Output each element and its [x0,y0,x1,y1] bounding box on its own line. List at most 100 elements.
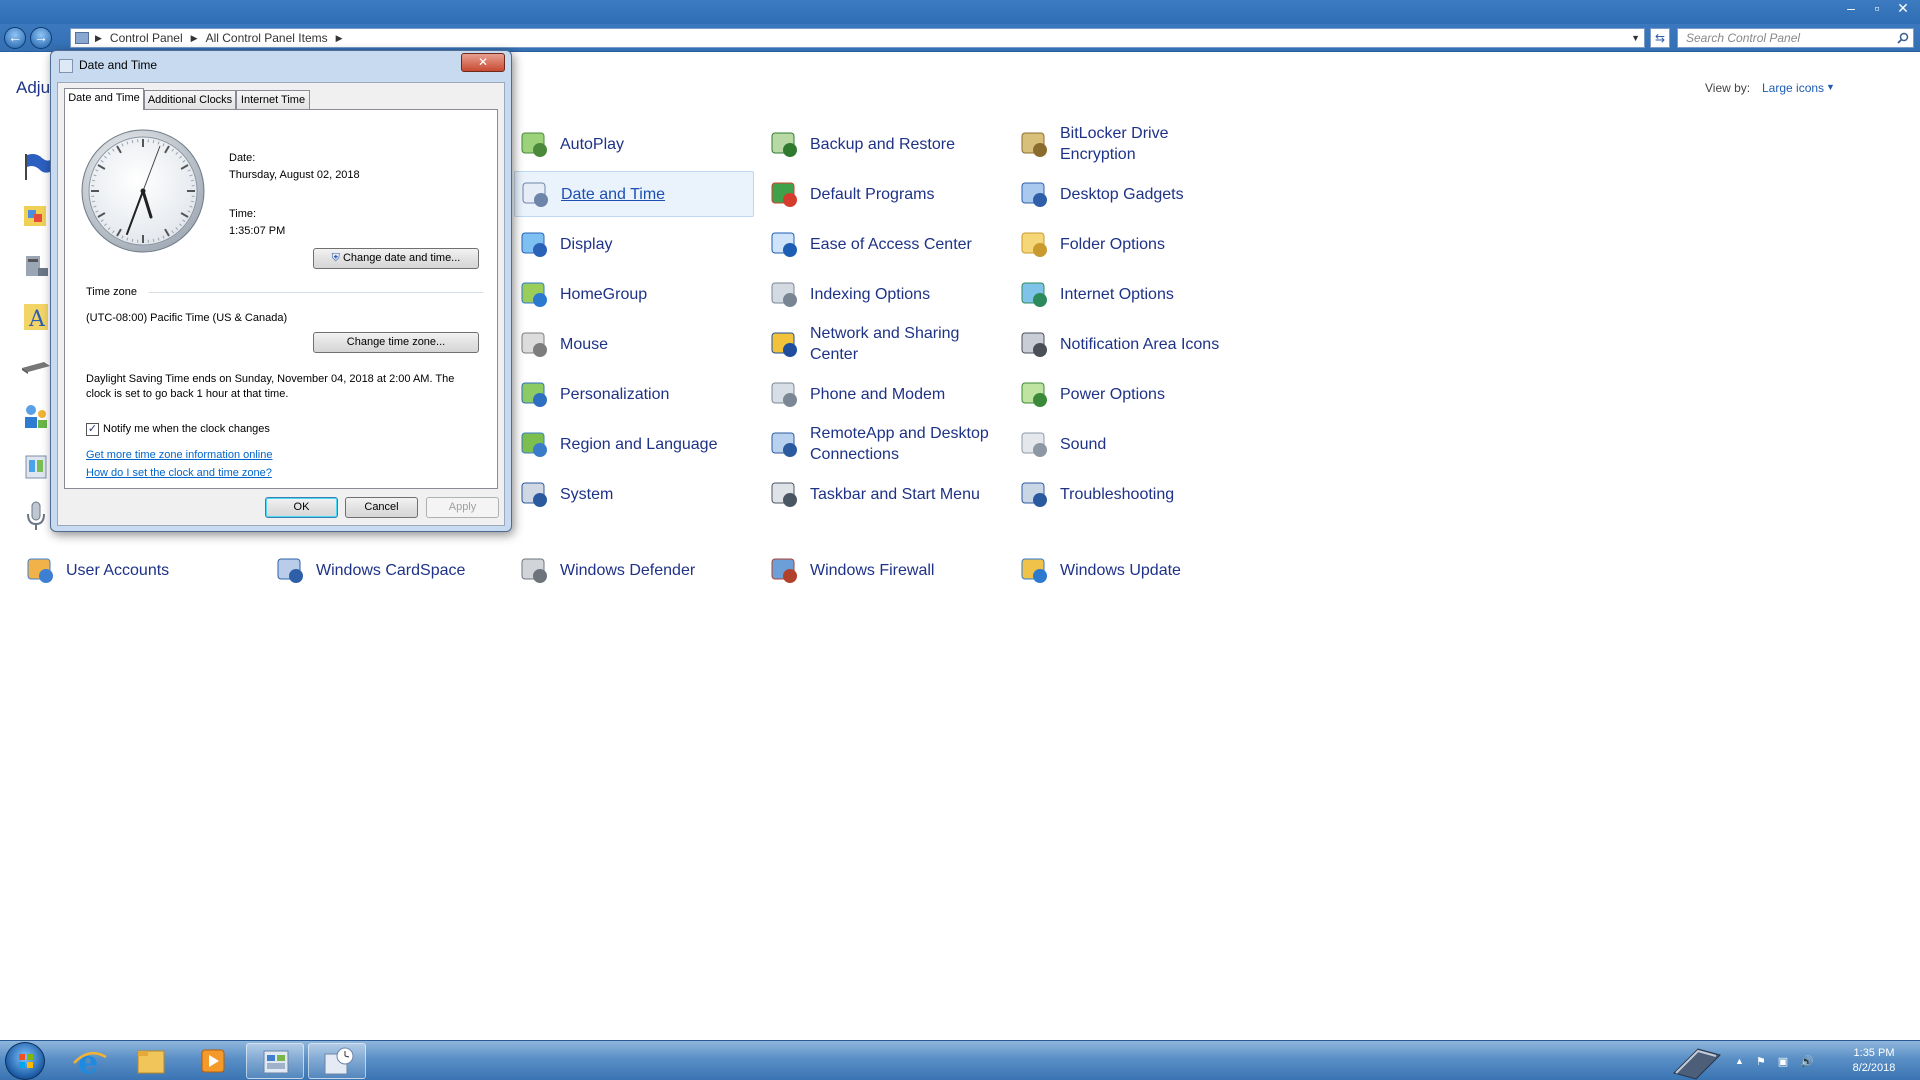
cp-item-power-options[interactable]: Power Options [1014,371,1254,417]
cp-item-label: Taskbar and Start Menu [810,485,980,503]
speech-recognition-icon[interactable] [20,500,52,532]
taskbar-control-panel[interactable] [246,1043,304,1079]
computer-icon[interactable] [20,250,52,282]
cp-item-windows-firewall[interactable]: Windows Firewall [764,547,1004,593]
breadcrumb-separator[interactable]: ▶ [191,29,198,47]
breadcrumb-separator[interactable]: ▶ [95,29,102,47]
time-zone-info-link[interactable]: Get more time zone information online [86,449,272,461]
volume-icon[interactable]: 🔊 [1800,1055,1814,1068]
search-input[interactable]: Search Control Panel [1677,28,1914,48]
start-button[interactable] [5,1042,45,1080]
tray-expand-button[interactable]: ▲ [1735,1056,1744,1066]
cp-item-user-accounts[interactable]: User Accounts [20,547,260,593]
cp-item-autoplay[interactable]: AutoPlay [514,121,754,167]
cp-item-label: RemoteApp and Desktop Connections [810,425,989,463]
close-window-button[interactable]: ✕ [1892,0,1914,18]
programs-features-icon[interactable] [20,450,52,482]
tab-additional-clocks[interactable]: Additional Clocks [144,90,236,110]
cp-item-mouse[interactable]: Mouse [514,321,754,367]
window-titlebar: – ▫ ✕ [0,0,1920,24]
cancel-button[interactable]: Cancel [345,497,418,518]
chevron-down-icon[interactable]: ▼ [1826,82,1835,92]
cp-item-label: Desktop Gadgets [1060,185,1184,203]
refresh-button[interactable]: ⇆ [1650,28,1670,48]
cp-item-troubleshooting[interactable]: Troubleshooting [1014,471,1254,517]
breadcrumb-all-items[interactable]: All Control Panel Items [206,29,328,47]
restore-button[interactable]: ▫ [1866,0,1888,18]
cp-item-region-language[interactable]: Region and Language [514,421,754,467]
admin-tools-icon[interactable] [20,200,52,232]
cp-item-remoteapp[interactable]: RemoteApp and Desktop Connections [764,421,1004,467]
forward-button[interactable]: → [30,27,52,49]
tab-internet-time[interactable]: Internet Time [236,90,310,110]
clock-tick [92,200,96,203]
cp-item-phone-modem[interactable]: Phone and Modem [764,371,1004,417]
cp-item-folder-options[interactable]: Folder Options [1014,221,1254,267]
cp-item-ease-of-access[interactable]: Ease of Access Center [764,221,1004,267]
cp-item-label: User Accounts [66,561,170,579]
action-center-icon[interactable] [20,150,52,182]
folder-options-icon [1021,232,1047,257]
phone-modem-icon [771,382,797,407]
taskbar-clock[interactable]: 1:35 PM 8/2/2018 [1844,1046,1904,1076]
time-label: Time: [229,208,257,220]
taskbar-windows-explorer[interactable] [122,1043,180,1079]
system-icon [521,482,547,507]
cp-item-sound[interactable]: Sound [1014,421,1254,467]
internet-explorer-icon: e [73,1043,107,1080]
view-by-dropdown[interactable]: Large icons [1762,81,1824,95]
tab-date-and-time[interactable]: Date and Time [64,88,144,110]
cp-item-label: Windows CardSpace [316,561,466,579]
chevron-down-icon[interactable]: ▼ [1631,29,1640,47]
bitlocker-icon [1021,132,1047,157]
personalization-icon [521,382,547,407]
cp-item-internet-options[interactable]: Internet Options [1014,271,1254,317]
cp-item-windows-cardspace[interactable]: Windows CardSpace [270,547,510,593]
cp-item-label: Mouse [560,335,609,353]
cp-item-label: Troubleshooting [1060,485,1175,503]
change-date-time-label: Change date and time... [342,252,461,264]
action-center-flag-icon[interactable]: ⚑ [1756,1055,1766,1068]
cp-item-notification-area[interactable]: Notification Area Icons [1014,321,1254,367]
back-button[interactable]: ← [4,27,26,49]
cp-item-homegroup[interactable]: HomeGroup [514,271,754,317]
keyboard-icon[interactable] [20,350,52,382]
fonts-icon[interactable]: A [20,300,52,332]
cp-item-indexing-options[interactable]: Indexing Options [764,271,1004,317]
cp-item-bitlocker[interactable]: BitLocker Drive Encryption [1014,121,1254,167]
time-value: 1:35:07 PM [229,225,286,237]
clock-tick [152,140,155,144]
dialog-close-button[interactable]: ✕ [461,53,505,72]
breadcrumb-separator[interactable]: ▶ [336,29,343,47]
cp-item-backup-restore[interactable]: Backup and Restore [764,121,1004,167]
apply-button[interactable]: Apply [426,497,499,518]
taskbar-media-player[interactable] [184,1043,242,1079]
cp-item-personalization[interactable]: Personalization [514,371,754,417]
cp-item-date-time[interactable]: Date and Time [514,171,754,217]
notify-label[interactable]: Notify me when the clock changes [103,423,270,435]
cp-item-system[interactable]: System [514,471,754,517]
minimize-button[interactable]: – [1840,0,1862,18]
cp-item-windows-defender[interactable]: Windows Defender [514,547,754,593]
clock-tick [152,238,155,242]
cp-item-desktop-gadgets[interactable]: Desktop Gadgets [1014,171,1254,217]
change-time-zone-button[interactable]: Change time zone... [313,332,479,353]
parental-controls-icon[interactable] [20,400,52,432]
cp-item-display[interactable]: Display [514,221,754,267]
search-icon[interactable] [1897,32,1909,44]
cp-item-default-programs[interactable]: Default Programs [764,171,1004,217]
taskbar-date-time[interactable] [308,1043,366,1079]
cp-item-label: Display [560,235,613,253]
set-clock-help-link[interactable]: How do I set the clock and time zone? [86,467,272,479]
cp-item-taskbar-start-menu[interactable]: Taskbar and Start Menu [764,471,1004,517]
change-date-time-button[interactable]: ⛨ Change date and time... [313,248,479,269]
clock-tick [131,140,134,144]
ok-button[interactable]: OK [265,497,338,518]
network-icon[interactable]: ▣ [1778,1055,1788,1068]
cp-item-windows-update[interactable]: Windows Update [1014,547,1254,593]
breadcrumb-control-panel[interactable]: Control Panel [110,29,183,47]
taskbar-internet-explorer[interactable]: e [60,1043,118,1080]
address-bar[interactable]: ▶ Control Panel ▶ All Control Panel Item… [70,28,1645,48]
cp-item-network-sharing[interactable]: Network and Sharing Center [764,321,1004,367]
notify-checkbox[interactable]: ✓ [86,423,99,436]
